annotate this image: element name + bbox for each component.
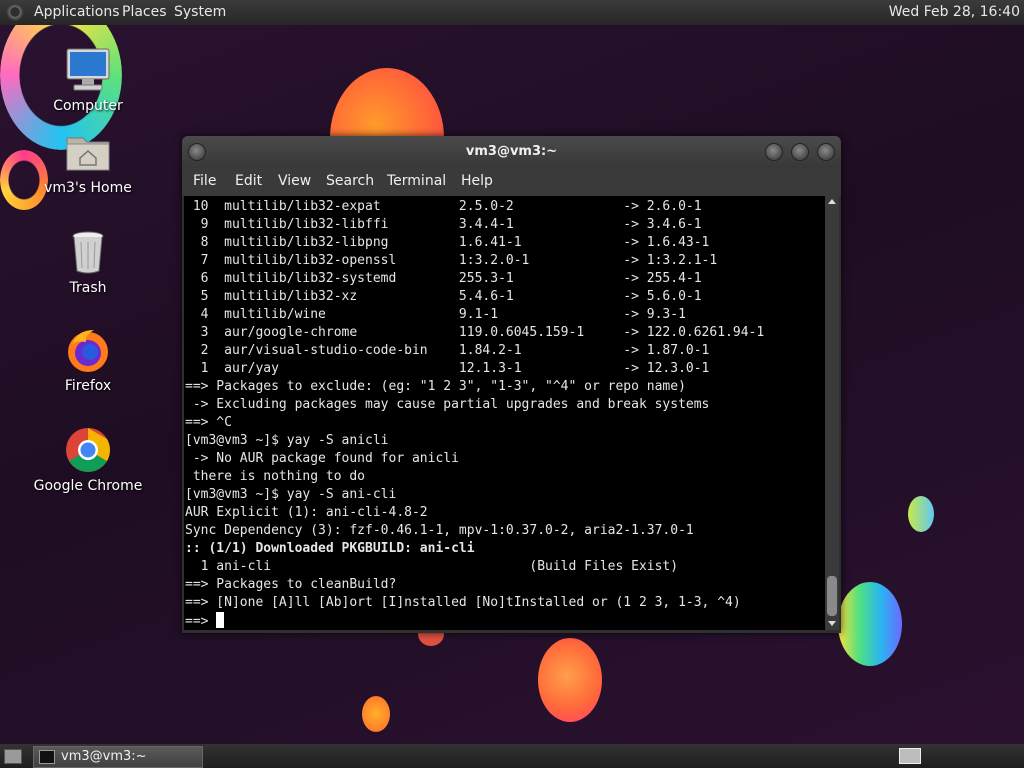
terminal-line-text: 4 multilib/wine 9.1-1 -> 9.3-1: [185, 307, 686, 322]
terminal-line: Sync Dependency (3): fzf-0.46.1-1, mpv-1…: [185, 522, 764, 540]
terminal-menubar: File Edit View Search Terminal Help: [182, 168, 841, 196]
home-folder-icon: [64, 128, 112, 176]
terminal-line: -> Excluding packages may cause partial …: [185, 396, 764, 414]
wallpaper-blob: [838, 582, 902, 666]
terminal-line: 4 multilib/wine 9.1-1 -> 9.3-1: [185, 306, 764, 324]
terminal-line: [vm3@vm3 ~]$ yay -S ani-cli: [185, 486, 764, 504]
menu-terminal[interactable]: Terminal: [387, 173, 446, 189]
menu-places[interactable]: Places: [122, 4, 167, 20]
terminal-line-text: 1 aur/yay 12.1.3-1 -> 12.3.0-1: [185, 361, 710, 376]
terminal-line: 9 multilib/lib32-libffi 3.4.4-1 -> 3.4.6…: [185, 216, 764, 234]
terminal-line: 10 multilib/lib32-expat 2.5.0-2 -> 2.6.0…: [185, 198, 764, 216]
terminal-line: there is nothing to do: [185, 468, 764, 486]
terminal-line-text: Sync Dependency (3): fzf-0.46.1-1, mpv-1…: [185, 523, 694, 538]
terminal-line-text: 3 aur/google-chrome 119.0.6045.159-1 -> …: [185, 325, 765, 340]
desktop-icon-computer[interactable]: Computer: [33, 46, 143, 114]
desktop-icon-label: Firefox: [64, 378, 112, 394]
top-panel: Applications Places System Wed Feb 28, 1…: [0, 0, 1024, 25]
terminal-line-text: ==>: [185, 614, 217, 629]
chrome-icon: [64, 426, 112, 474]
scroll-down-arrow-icon[interactable]: [828, 621, 836, 626]
terminal-line-text: 8 multilib/lib32-libpng 1.6.41-1 -> 1.6.…: [185, 235, 710, 250]
terminal-line: ==> [N]one [A]ll [Ab]ort [I]nstalled [No…: [185, 594, 764, 612]
terminal-line-text: :: (1/1) Downloaded PKGBUILD: ani-cli: [185, 541, 475, 556]
window-title: vm3@vm3:~: [465, 144, 558, 159]
terminal-line: AUR Explicit (1): ani-cli-4.8-2: [185, 504, 764, 522]
terminal-line-text: -> Excluding packages may cause partial …: [185, 397, 710, 412]
menu-view[interactable]: View: [278, 173, 311, 189]
terminal-line-text: 2 aur/visual-studio-code-bin 1.84.2-1 ->…: [185, 343, 710, 358]
terminal-line-text: 10 multilib/lib32-expat 2.5.0-2 -> 2.6.0…: [185, 199, 702, 214]
terminal-scrollbar[interactable]: [825, 196, 839, 630]
terminal-line-text: ==> Packages to exclude: (eg: "1 2 3", "…: [185, 379, 686, 394]
terminal-line-text: [vm3@vm3 ~]$ yay -S anicli: [185, 433, 389, 448]
terminal-line-text: 9 multilib/lib32-libffi 3.4.4-1 -> 3.4.6…: [185, 217, 702, 232]
terminal-line: 8 multilib/lib32-libpng 1.6.41-1 -> 1.6.…: [185, 234, 764, 252]
terminal-line-text: 5 multilib/lib32-xz 5.4.6-1 -> 5.6.0-1: [185, 289, 702, 304]
terminal-line: 6 multilib/lib32-systemd 255.3-1 -> 255.…: [185, 270, 764, 288]
firefox-icon: [64, 326, 112, 374]
desktop-icon-trash[interactable]: Trash: [33, 228, 143, 296]
terminal-line: :: (1/1) Downloaded PKGBUILD: ani-cli: [185, 540, 764, 558]
menu-search[interactable]: Search: [326, 173, 374, 189]
terminal-line: ==> Packages to exclude: (eg: "1 2 3", "…: [185, 378, 764, 396]
terminal-line: [vm3@vm3 ~]$ yay -S anicli: [185, 432, 764, 450]
desktop-icon-label: Computer: [53, 98, 123, 114]
desktop-icon-label: Trash: [69, 280, 107, 296]
terminal-line-text: ==> ^C: [185, 415, 232, 430]
scrollbar-thumb[interactable]: [827, 576, 837, 616]
desktop-icon-firefox[interactable]: Firefox: [33, 326, 143, 394]
trash-icon: [64, 228, 112, 276]
desktop-icon-label: Google Chrome: [33, 478, 143, 494]
text-cursor: [216, 612, 225, 628]
maximize-button[interactable]: [791, 143, 809, 161]
wallpaper-blob: [908, 496, 934, 532]
window-titlebar[interactable]: vm3@vm3:~: [182, 136, 841, 168]
desktop-icon-home[interactable]: vm3's Home: [33, 128, 143, 196]
terminal-line-text: [vm3@vm3 ~]$ yay -S ani-cli: [185, 487, 397, 502]
terminal-line-text: AUR Explicit (1): ani-cli-4.8-2: [185, 505, 428, 520]
terminal-line: ==> Packages to cleanBuild?: [185, 576, 764, 594]
workspace-switcher-icon[interactable]: [899, 748, 921, 764]
terminal-line: 2 aur/visual-studio-code-bin 1.84.2-1 ->…: [185, 342, 764, 360]
computer-icon: [64, 46, 112, 94]
menu-edit[interactable]: Edit: [235, 173, 262, 189]
menu-file[interactable]: File: [193, 173, 216, 189]
close-button[interactable]: [817, 143, 835, 161]
terminal-line-text: 7 multilib/lib32-openssl 1:3.2.0-1 -> 1:…: [185, 253, 718, 268]
terminal-line: 5 multilib/lib32-xz 5.4.6-1 -> 5.6.0-1: [185, 288, 764, 306]
terminal-line: 3 aur/google-chrome 119.0.6045.159-1 -> …: [185, 324, 765, 342]
bottom-panel: vm3@vm3:~: [0, 744, 1024, 768]
desktop-icon-chrome[interactable]: Google Chrome: [33, 426, 143, 494]
terminal-line: 1 aur/yay 12.1.3-1 -> 12.3.0-1: [185, 360, 764, 378]
terminal-output[interactable]: 10 multilib/lib32-expat 2.5.0-2 -> 2.6.0…: [184, 196, 825, 630]
terminal-line: -> No AUR package found for anicli: [185, 450, 764, 468]
terminal-lines: 10 multilib/lib32-expat 2.5.0-2 -> 2.6.0…: [184, 198, 764, 630]
terminal-line: ==> ^C: [185, 414, 764, 432]
desktop-icon-label: vm3's Home: [44, 180, 132, 196]
terminal-line: 1 ani-cli (Build Files Exist): [185, 558, 764, 576]
terminal-icon: [39, 750, 55, 764]
distro-logo-icon[interactable]: [6, 3, 24, 21]
wallpaper-blob: [362, 696, 390, 732]
menu-applications[interactable]: Applications: [34, 4, 120, 20]
terminal-window[interactable]: vm3@vm3:~ File Edit View Search Terminal…: [182, 136, 841, 633]
scroll-up-arrow-icon[interactable]: [828, 199, 836, 204]
terminal-line: 7 multilib/lib32-openssl 1:3.2.0-1 -> 1:…: [185, 252, 764, 270]
terminal-line-text: ==> [N]one [A]ll [Ab]ort [I]nstalled [No…: [185, 595, 741, 610]
terminal-line-text: 1 ani-cli (Build Files Exist): [185, 559, 679, 574]
minimize-button[interactable]: [765, 143, 783, 161]
menu-help[interactable]: Help: [461, 173, 493, 189]
wallpaper-blob: [538, 638, 602, 722]
terminal-line-text: ==> Packages to cleanBuild?: [185, 577, 397, 592]
panel-clock[interactable]: Wed Feb 28, 16:40: [889, 4, 1020, 20]
taskbar-window-button[interactable]: vm3@vm3:~: [33, 746, 203, 768]
terminal-line-text: -> No AUR package found for anicli: [185, 451, 459, 466]
show-desktop-icon[interactable]: [4, 749, 22, 764]
terminal-line-text: 6 multilib/lib32-systemd 255.3-1 -> 255.…: [185, 271, 702, 286]
terminal-line: ==>: [185, 612, 764, 630]
taskbar-window-label: vm3@vm3:~: [61, 749, 147, 764]
menu-system[interactable]: System: [174, 4, 226, 20]
terminal-line-text: there is nothing to do: [185, 469, 366, 484]
